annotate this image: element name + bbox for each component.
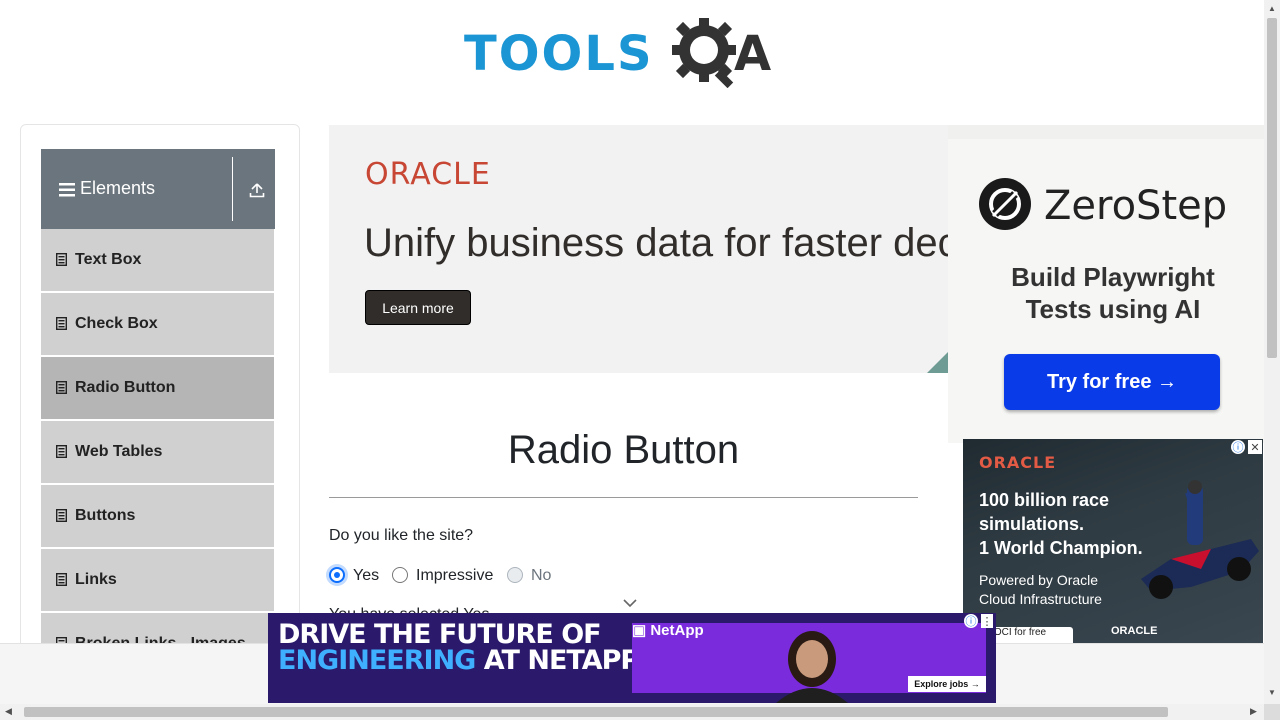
netapp-ad[interactable]: DRIVE THE FUTURE OF ENGINEERING AT NETAP… <box>268 613 996 703</box>
sidebar-item-broken-links[interactable]: Broken Links - Images <box>41 613 274 645</box>
vertical-scroll-thumb[interactable] <box>1267 18 1277 358</box>
document-icon <box>56 317 67 330</box>
scrollbar-corner <box>1264 704 1280 720</box>
ad-line-1: 100 billion race <box>979 490 1110 510</box>
chevron-down-icon <box>623 599 637 608</box>
netapp-headline-2: ENGINEERING AT NETAPP <box>278 645 640 676</box>
netapp-brand: NetApp <box>650 622 704 639</box>
sidebar-item-label: Links <box>75 571 117 588</box>
elements-group-header[interactable]: Elements <box>41 149 275 229</box>
gear-magnifier-icon <box>672 18 736 88</box>
ad-line-2: simulations. <box>979 514 1085 534</box>
learn-more-button[interactable]: Learn more <box>365 290 471 325</box>
header-divider <box>232 157 233 221</box>
ad-powered-line-1: Powered by Oracle <box>979 572 1099 588</box>
document-icon <box>56 381 67 394</box>
close-ad-icon[interactable]: ✕ <box>1248 440 1262 454</box>
zerostep-tagline: Build Playwright Tests using AI <box>988 261 1238 325</box>
zerostep-ad[interactable]: ZeroStep Build Playwright Tests using AI… <box>948 125 1264 443</box>
oracle-logo: ORACLE <box>979 453 1057 472</box>
netapp-highlight: ENGINEERING <box>278 645 476 676</box>
tagline-line-2: Tests using AI <box>1025 294 1201 324</box>
oracle-banner-ad[interactable]: ORACLE Unify business data for faster de… <box>329 125 948 373</box>
person-photo <box>776 631 848 703</box>
logo-text-tools: TOOLS <box>464 26 654 82</box>
more-options-icon[interactable]: ⋮ <box>981 614 993 628</box>
title-divider <box>329 497 918 498</box>
no-radio-label: No <box>531 567 552 584</box>
zerostep-brand: ZeroStep <box>1044 183 1228 229</box>
logo-text-a: A <box>734 26 772 82</box>
page-title: Radio Button <box>507 428 740 472</box>
document-icon <box>56 253 67 266</box>
sidebar-item-text-box[interactable]: Text Box <box>41 229 274 293</box>
collapse-upload-icon[interactable] <box>249 182 265 198</box>
netapp-logo: ▣ NetApp <box>632 622 704 639</box>
document-icon <box>56 573 67 586</box>
adchoices-info-icon[interactable]: ⓘ <box>964 614 978 628</box>
document-icon <box>56 445 67 458</box>
oracle-race-ad[interactable]: ORACLE 100 billion race simulations. 1 W… <box>963 439 1263 643</box>
vertical-scrollbar[interactable]: ▲ ▼ <box>1264 0 1280 704</box>
race-car-image <box>1141 480 1259 599</box>
sidebar-item-web-tables[interactable]: Web Tables <box>41 421 274 485</box>
sidebar-item-label: Radio Button <box>75 379 176 396</box>
scroll-right-arrow-icon[interactable]: ▶ <box>1250 706 1257 717</box>
hamburger-menu-icon <box>59 183 75 197</box>
ad-headline: Unify business data for faster decisions <box>364 221 948 265</box>
tagline-line-1: Build Playwright <box>1011 262 1215 292</box>
document-icon <box>56 509 67 522</box>
ad-powered-line-2: Cloud Infrastructure <box>979 591 1102 607</box>
yes-radio[interactable] <box>329 567 345 583</box>
oracle-logo: ORACLE <box>365 157 491 192</box>
ad-top-band <box>948 125 1264 139</box>
no-radio <box>507 567 523 583</box>
sidebar-item-label: Check Box <box>75 315 158 332</box>
ad-line-3: 1 World Champion. <box>979 538 1143 558</box>
scroll-left-arrow-icon[interactable]: ◀ <box>5 706 12 717</box>
sidebar-item-buttons[interactable]: Buttons <box>41 485 274 549</box>
scroll-up-arrow-icon[interactable]: ▲ <box>1268 4 1276 13</box>
yes-radio-label[interactable]: Yes <box>353 567 379 585</box>
explore-jobs-button[interactable]: Explore jobs → <box>908 676 986 692</box>
horizontal-scroll-thumb[interactable] <box>24 707 1168 717</box>
scroll-down-arrow-icon[interactable]: ▼ <box>1268 688 1276 697</box>
adchoices-info-icon[interactable]: ⓘ <box>1231 440 1245 454</box>
sidebar-item-links[interactable]: Links <box>41 549 274 613</box>
decorative-triangle <box>927 351 948 373</box>
toolsqa-logo[interactable]: TOOLS A <box>464 14 788 92</box>
group-title: Elements <box>80 178 156 198</box>
sidebar-item-label: Text Box <box>75 251 142 268</box>
sidebar-item-label: Buttons <box>75 507 136 524</box>
netapp-headline-rest: AT NETAPP <box>475 645 640 676</box>
radio-question: Do you like the site? <box>329 527 474 544</box>
impressive-radio[interactable] <box>392 567 408 583</box>
try-for-free-button[interactable]: Try for free → <box>1004 354 1220 410</box>
sidebar-item-check-box[interactable]: Check Box <box>41 293 274 357</box>
sidebar-item-radio-button[interactable]: Radio Button <box>41 357 274 421</box>
sidebar-item-label: Web Tables <box>75 443 163 460</box>
oracle-footer-logo: ORACLE <box>1111 625 1158 637</box>
impressive-radio-label[interactable]: Impressive <box>416 567 493 585</box>
horizontal-scrollbar[interactable]: ◀ ▶ <box>0 704 1264 720</box>
zerostep-logo-icon <box>979 178 1031 230</box>
